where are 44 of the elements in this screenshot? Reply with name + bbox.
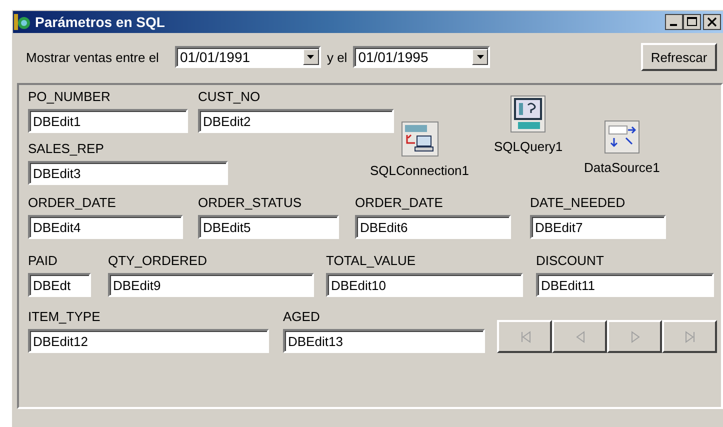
dropdown-arrow-icon — [307, 55, 314, 59]
date-dropdown[interactable]: 01/01/1991 — [174, 46, 321, 68]
minimize-icon[interactable] — [665, 14, 683, 30]
component-label: SQLConnection1 — [370, 163, 470, 178]
field-label: CUST_NO — [198, 89, 260, 105]
input-field[interactable]: DBEdit11 — [536, 273, 714, 297]
dropdown-arrow-icon — [476, 55, 484, 59]
input-field[interactable]: DBEdit1 — [28, 109, 188, 133]
input-field[interactable]: DBEdit9 — [108, 273, 314, 297]
window-title: Parámetros en SQL — [35, 14, 165, 30]
component-label: DataSource1 — [584, 160, 660, 175]
database-computer-icon[interactable] — [400, 121, 438, 157]
input-field[interactable]: DBEdit4 — [28, 215, 183, 239]
field-label: ITEM_TYPE — [28, 309, 100, 325]
conjunction-label: y el — [326, 50, 348, 64]
input-field[interactable]: DBEdit13 — [283, 329, 485, 353]
field-label: SALES_REP — [28, 141, 104, 157]
filter-label: Mostrar ventas entre el — [26, 50, 159, 64]
close-icon[interactable] — [703, 14, 721, 30]
app-icon — [13, 13, 31, 31]
input-field[interactable]: DBEdt — [28, 273, 91, 297]
input-field[interactable]: DBEdit10 — [326, 273, 523, 297]
query-document-icon[interactable] — [510, 95, 546, 133]
maximize-icon[interactable] — [683, 14, 701, 30]
input-field[interactable]: DBEdit7 — [530, 215, 666, 239]
field-label: PO_NUMBER — [28, 89, 110, 105]
field-label: DISCOUNT — [536, 253, 604, 269]
field-label: ORDER_DATE — [355, 195, 443, 211]
field-label: AGED — [283, 309, 320, 325]
field-label: TOTAL_VALUE — [326, 253, 416, 269]
input-field[interactable]: DBEdit2 — [198, 109, 394, 133]
input-field[interactable]: DBEdit12 — [28, 329, 269, 353]
refresh-button[interactable]: Refrescar — [641, 43, 717, 71]
date-dropdown[interactable]: 01/01/1995 — [353, 46, 490, 68]
input-field[interactable]: DBEdit5 — [198, 215, 339, 239]
field-label: DATE_NEEDED — [530, 195, 626, 211]
component-label: SQLQuery1 — [494, 139, 563, 154]
field-label: ORDER_DATE — [28, 195, 116, 211]
field-label: PAID — [28, 253, 58, 269]
field-label: QTY_ORDERED — [108, 253, 207, 269]
data-grid-arrows-icon[interactable] — [604, 120, 640, 154]
field-label: ORDER_STATUS — [198, 195, 302, 211]
input-field[interactable]: DBEdit3 — [28, 161, 228, 185]
input-field[interactable]: DBEdit6 — [355, 215, 511, 239]
